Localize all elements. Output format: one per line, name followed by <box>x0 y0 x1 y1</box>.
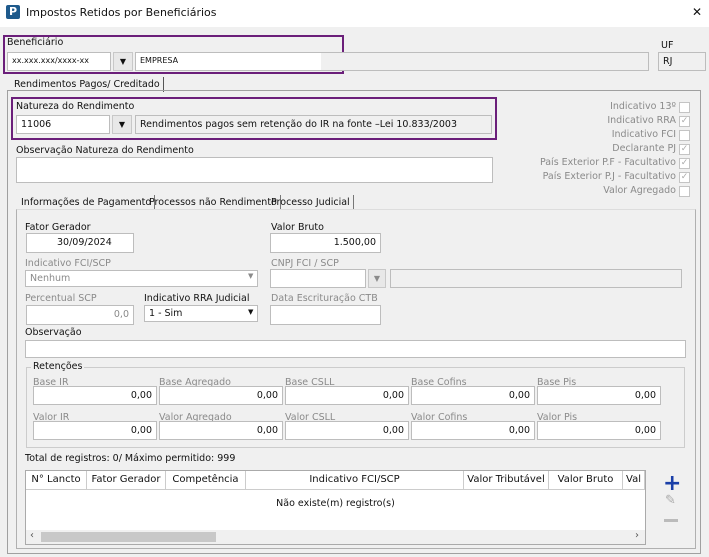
valor-bruto-label: Valor Bruto <box>271 222 324 233</box>
check-label: País Exterior P.J - Facultativo <box>542 171 676 182</box>
window-title: Impostos Retidos por Beneficiários <box>26 6 217 19</box>
registros-grid: N° Lancto Fator Gerador Competência Indicat… <box>25 470 646 545</box>
valor-input[interactable]: 0,00 <box>33 421 157 440</box>
check-label: Valor Agregado <box>603 185 676 196</box>
scroll-right-icon[interactable]: › <box>635 530 639 541</box>
rra-judicial-label: Indicativo RRA Judicial <box>144 293 250 304</box>
remove-icon[interactable] <box>664 519 678 522</box>
valor-input[interactable]: 0,00 <box>285 421 409 440</box>
scroll-left-icon[interactable]: ‹ <box>30 530 34 541</box>
checkbox[interactable]: ✓ <box>679 172 690 183</box>
cnpj-fci-dropdown-button[interactable]: ▼ <box>368 269 386 288</box>
rra-judicial-select[interactable]: 1 - Sim <box>144 305 258 322</box>
observacao-label: Observação <box>25 327 82 338</box>
chevron-down-icon: ▼ <box>248 272 254 280</box>
check-label: Declarante PJ <box>612 143 676 154</box>
column-header[interactable]: Indicativo FCI/SCP <box>246 471 464 490</box>
uf-label: UF <box>661 40 674 51</box>
natureza-label: Natureza do Rendimento <box>16 101 135 112</box>
ind-fci-label: Indicativo FCI/SCP <box>25 258 111 269</box>
observacao-input[interactable] <box>25 340 686 358</box>
ind-fci-select[interactable]: Nenhum <box>25 270 258 287</box>
obs-natureza-label: Observação Natureza do Rendimento <box>16 145 194 156</box>
beneficiario-doc-input[interactable]: xx.xxx.xxx/xxxx-xx <box>7 52 111 71</box>
natureza-desc-field: Rendimentos pagos sem retenção do IR na … <box>135 115 492 134</box>
total-registros: Total de registros: 0/ Máximo permitido:… <box>25 453 236 464</box>
data-ctb-input[interactable] <box>270 305 381 325</box>
check-label: País Exterior P.F - Facultativo <box>539 157 676 168</box>
check-label: Indicativo RRA <box>607 115 676 126</box>
column-header[interactable]: Fator Gerador <box>87 471 166 490</box>
column-header[interactable]: Valor Tributável <box>464 471 549 490</box>
valor-input[interactable]: 0,00 <box>537 421 661 440</box>
base-input[interactable]: 0,00 <box>411 386 535 405</box>
retencoes-title: Retenções <box>31 361 85 372</box>
base-input[interactable]: 0,00 <box>33 386 157 405</box>
column-header[interactable]: N° Lancto <box>26 471 87 490</box>
horizontal-scrollbar[interactable]: ‹ › <box>26 530 645 544</box>
tab-informacoes-pagamento[interactable]: Informações de Pagamento <box>18 195 156 210</box>
chevron-down-icon: ▼ <box>373 274 381 283</box>
checkbox[interactable]: ✓ <box>679 116 690 127</box>
percentual-scp-label: Percentual SCP <box>25 293 97 304</box>
obs-natureza-input[interactable] <box>16 157 493 183</box>
percentual-scp-input[interactable]: 0,0 <box>26 305 134 325</box>
cnpj-fci-name-field <box>390 269 682 288</box>
edit-pencil-icon[interactable]: ✎ <box>665 493 676 508</box>
empty-message: Não existe(m) registro(s) <box>276 498 395 509</box>
cnpj-fci-label: CNPJ FCI / SCP <box>271 258 339 269</box>
valor-input[interactable]: 0,00 <box>411 421 535 440</box>
base-input[interactable]: 0,00 <box>285 386 409 405</box>
app-logo-icon: P <box>6 5 20 19</box>
data-ctb-label: Data Escrituração CTB <box>271 293 378 304</box>
checkbox[interactable] <box>679 130 690 141</box>
checkbox[interactable] <box>679 102 690 113</box>
column-header[interactable]: Val <box>623 471 645 490</box>
check-label: Indicativo 13º <box>610 101 676 112</box>
cnpj-fci-input[interactable] <box>270 269 366 288</box>
close-button[interactable]: ✕ <box>692 5 702 19</box>
fator-gerador-label: Fator Gerador <box>25 222 91 233</box>
base-input[interactable]: 0,00 <box>159 386 283 405</box>
valor-bruto-input[interactable]: 1.500,00 <box>270 233 381 253</box>
tab-processos-nao-rendimento[interactable]: Processos não Rendimento <box>146 195 281 210</box>
base-input[interactable]: 0,00 <box>537 386 661 405</box>
column-header[interactable]: Valor Bruto <box>549 471 623 490</box>
tab-processo-judicial[interactable]: Processo Judicial <box>268 195 354 210</box>
natureza-dropdown-button[interactable]: ▼ <box>112 115 132 134</box>
chevron-down-icon: ▼ <box>118 120 126 129</box>
column-header[interactable]: Competência <box>166 471 246 490</box>
chevron-down-icon: ▼ <box>119 57 127 66</box>
beneficiario-label: Beneficiário <box>7 37 64 48</box>
checkbox[interactable]: ✓ <box>679 158 690 169</box>
checkbox[interactable] <box>679 186 690 197</box>
scrollbar-thumb[interactable] <box>41 532 216 542</box>
beneficiario-name-field: EMPRESA <box>135 52 649 71</box>
fator-gerador-input[interactable]: 30/09/2024 <box>26 233 134 253</box>
valor-input[interactable]: 0,00 <box>159 421 283 440</box>
beneficiario-dropdown-button[interactable]: ▼ <box>113 52 133 71</box>
checkbox[interactable]: ✓ <box>679 144 690 155</box>
natureza-code-input[interactable]: 11006 <box>16 115 110 134</box>
uf-field: RJ <box>658 52 706 71</box>
chevron-down-icon: ▼ <box>248 308 254 316</box>
check-label: Indicativo FCI <box>611 129 676 140</box>
